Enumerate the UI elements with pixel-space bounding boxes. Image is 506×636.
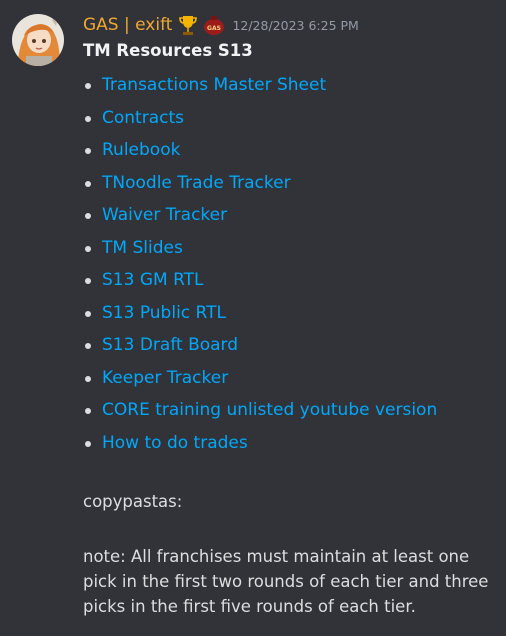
list-item: Transactions Master Sheet: [83, 69, 437, 102]
svg-text:GAS: GAS: [207, 25, 221, 32]
list-item: S13 Public RTL: [83, 297, 437, 330]
bullet-icon: [85, 440, 91, 447]
gas-can-icon: GAS: [202, 14, 226, 36]
username[interactable]: GAS | exift: [83, 15, 172, 35]
list-item: CORE training unlisted youtube version: [83, 394, 437, 427]
trophy-icon: [178, 14, 198, 36]
link-s13-gm-rtl[interactable]: S13 GM RTL: [102, 270, 204, 290]
bullet-icon: [85, 83, 91, 89]
list-item: Keeper Tracker: [83, 362, 437, 395]
note-text: note: All franchises must maintain at le…: [83, 547, 489, 616]
bullet-icon: [85, 343, 91, 349]
bullet-icon: [85, 310, 91, 317]
list-item: TNoodle Trade Tracker: [83, 167, 437, 200]
list-item: Rulebook: [83, 134, 437, 167]
list-item: How to do trades: [83, 427, 437, 460]
list-item: Contracts: [83, 102, 437, 135]
link-s13-draft-board[interactable]: S13 Draft Board: [102, 335, 238, 355]
bullet-icon: [85, 408, 91, 414]
chat-message: GAS | exift GAS 12/28/2023 6:25 PM TM Re…: [0, 0, 506, 636]
list-item: Waiver Tracker: [83, 199, 437, 232]
bullet-icon: [85, 278, 91, 284]
resource-links-list: Transactions Master Sheet Contracts Rule…: [83, 69, 437, 459]
avatar[interactable]: [12, 14, 64, 66]
link-transactions-master-sheet[interactable]: Transactions Master Sheet: [102, 75, 326, 95]
message-header: GAS | exift GAS 12/28/2023 6:25 PM: [83, 12, 359, 38]
avatar-image: [12, 14, 64, 66]
bullet-icon: [85, 245, 91, 252]
bullet-icon: [85, 148, 91, 154]
copypastas-label: copypastas:: [83, 492, 183, 511]
link-keeper-tracker[interactable]: Keeper Tracker: [102, 368, 228, 388]
list-item: TM Slides: [83, 232, 437, 265]
link-contracts[interactable]: Contracts: [102, 108, 184, 128]
link-tnoodle-trade-tracker[interactable]: TNoodle Trade Tracker: [102, 173, 291, 193]
list-item: S13 Draft Board: [83, 329, 437, 362]
link-core-training-video[interactable]: CORE training unlisted youtube version: [102, 400, 437, 420]
bullet-icon: [85, 375, 91, 382]
bullet-icon: [85, 115, 91, 122]
bullet-icon: [85, 213, 91, 219]
message-title: TM Resources S13: [83, 41, 253, 60]
timestamp: 12/28/2023 6:25 PM: [232, 17, 359, 33]
link-rulebook[interactable]: Rulebook: [102, 140, 180, 160]
bullet-icon: [85, 180, 91, 187]
link-s13-public-rtl[interactable]: S13 Public RTL: [102, 303, 226, 323]
link-tm-slides[interactable]: TM Slides: [102, 238, 183, 258]
link-how-to-do-trades[interactable]: How to do trades: [102, 433, 248, 453]
link-waiver-tracker[interactable]: Waiver Tracker: [102, 205, 227, 225]
list-item: S13 GM RTL: [83, 264, 437, 297]
